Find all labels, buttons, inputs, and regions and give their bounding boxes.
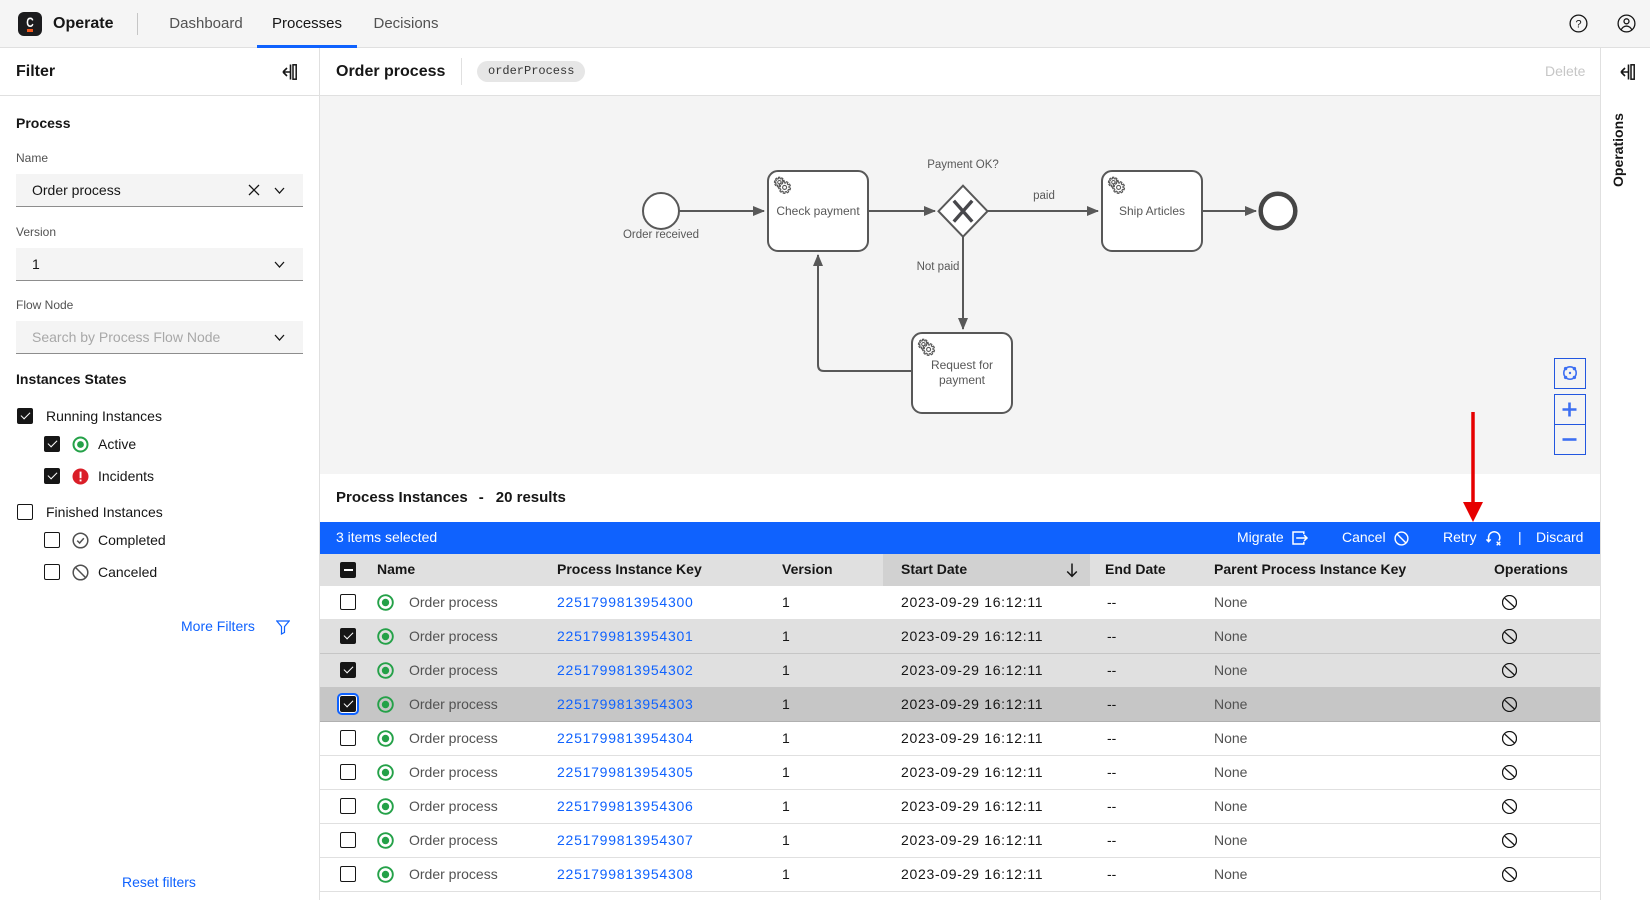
svg-text:Ship Articles: Ship Articles	[1119, 204, 1185, 218]
svg-text:payment: payment	[939, 373, 986, 387]
svg-text:Check payment: Check payment	[776, 204, 860, 218]
svg-text:Order received: Order received	[623, 229, 699, 241]
svg-text:?: ?	[1575, 18, 1581, 30]
svg-text:Request for: Request for	[931, 358, 993, 372]
svg-text:paid: paid	[1033, 190, 1055, 202]
svg-text:Not paid: Not paid	[917, 261, 960, 273]
svg-text:Payment OK?: Payment OK?	[927, 159, 999, 171]
